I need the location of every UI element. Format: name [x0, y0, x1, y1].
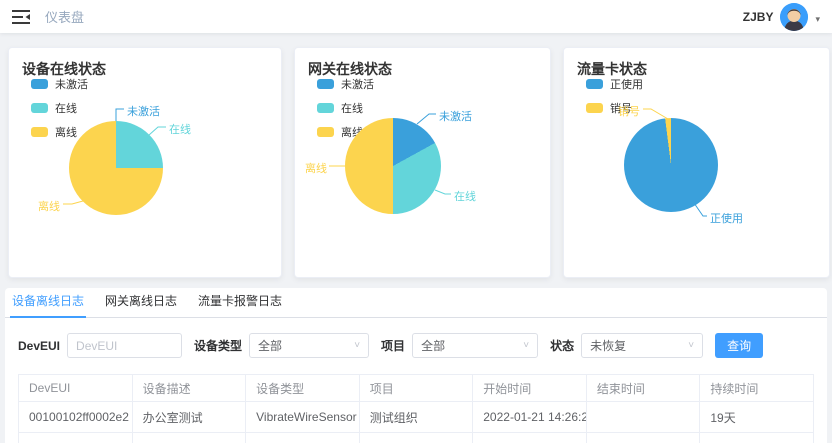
- deveui-label: DevEUI: [18, 339, 60, 353]
- table-row[interactable]: 00100102ff0002e2办公室测试VibrateWireSensor测试…: [19, 402, 814, 433]
- log-table-body: 00100102ff0002e2办公室测试VibrateWireSensor测试…: [19, 402, 814, 443]
- pie-callout-label: 在线: [169, 121, 191, 137]
- legend-item[interactable]: 正使用: [586, 76, 643, 92]
- table-cell: 2022-01-21 14:26:22: [473, 402, 587, 433]
- chart-legend: 未激活 在线 离线: [31, 76, 88, 140]
- device-type-label: 设备类型: [194, 337, 242, 354]
- filter-device-type: 设备类型 全部 ˅: [194, 333, 369, 358]
- legend-item[interactable]: 在线: [317, 100, 374, 116]
- table-cell: 测试组织: [359, 402, 473, 433]
- pie-chart-sim-status[interactable]: [624, 118, 718, 212]
- column-header: 开始时间: [473, 375, 587, 402]
- filter-project: 项目 全部 ˅: [381, 333, 538, 358]
- user-avatar-icon[interactable]: [780, 3, 808, 31]
- app-header: 仪表盘 ZJBY ▾: [0, 0, 832, 33]
- log-table-header-row: DevEUI设备描述设备类型项目开始时间结束时间持续时间: [19, 375, 814, 402]
- pie-callout-label: 离线: [305, 160, 327, 176]
- pie-callout-label: 正使用: [710, 210, 743, 226]
- column-header: DevEUI: [19, 375, 133, 402]
- log-filters: DevEUI 设备类型 全部 ˅ 项目 全部 ˅ 状态 未恢复 ˅ 查询: [5, 318, 827, 374]
- menu-fold-icon[interactable]: [12, 10, 30, 24]
- table-row-partial: [19, 433, 814, 443]
- legend-item[interactable]: 未激活: [31, 76, 88, 92]
- project-label: 项目: [381, 337, 405, 354]
- table-cell: 19天: [700, 402, 814, 433]
- pie-callout-label: 未激活: [439, 108, 472, 124]
- legend-swatch: [31, 103, 48, 113]
- table-cell: 办公室测试: [132, 402, 246, 433]
- legend-swatch: [317, 127, 334, 137]
- legend-swatch: [31, 127, 48, 137]
- status-label: 状态: [550, 337, 574, 354]
- legend-label: 在线: [55, 100, 77, 116]
- log-table: DevEUI设备描述设备类型项目开始时间结束时间持续时间 00100102ff0…: [18, 374, 814, 443]
- chevron-down-icon: ˅: [688, 341, 694, 351]
- project-value: 全部: [421, 337, 445, 354]
- table-cell: 00100102ff0002e2: [19, 402, 133, 433]
- column-header: 设备类型: [246, 375, 360, 402]
- legend-swatch: [586, 103, 603, 113]
- chevron-down-icon: ˅: [354, 341, 360, 351]
- chevron-down-icon: ˅: [523, 341, 529, 351]
- pie-callout-label: 在线: [454, 188, 476, 204]
- table-cell: VibrateWireSensor: [246, 402, 360, 433]
- legend-item[interactable]: 未激活: [317, 76, 374, 92]
- legend-label: 未激活: [341, 76, 374, 92]
- username: ZJBY: [743, 10, 774, 24]
- tab-gateway-offline-log[interactable]: 网关离线日志: [103, 286, 179, 317]
- caret-down-icon[interactable]: ▾: [815, 15, 820, 24]
- column-header: 项目: [359, 375, 473, 402]
- filter-status: 状态 未恢复 ˅: [550, 333, 703, 358]
- status-value: 未恢复: [590, 337, 626, 354]
- device-type-value: 全部: [258, 337, 282, 354]
- tab-device-offline-log[interactable]: 设备离线日志: [10, 286, 86, 317]
- filter-deveui: DevEUI: [18, 333, 182, 358]
- legend-swatch: [586, 79, 603, 89]
- legend-item[interactable]: 在线: [31, 100, 88, 116]
- tab-sim-alarm-log[interactable]: 流量卡报警日志: [196, 286, 284, 317]
- legend-label: 在线: [341, 100, 363, 116]
- table-cell: [586, 402, 700, 433]
- pie-chart-gateway-status[interactable]: [345, 118, 441, 214]
- dashboard-cards: 设备在线状态 未激活 在线 离线 未激活 在线 离线 网关在线状态: [0, 33, 832, 278]
- pie-callout-label: 未激活: [127, 103, 160, 119]
- project-select[interactable]: 全部 ˅: [412, 333, 538, 358]
- user-menu[interactable]: ZJBY ▾: [743, 3, 820, 31]
- status-select[interactable]: 未恢复 ˅: [581, 333, 703, 358]
- device-type-select[interactable]: 全部 ˅: [249, 333, 369, 358]
- log-tabs: 设备离线日志 网关离线日志 流量卡报警日志: [5, 288, 827, 318]
- legend-swatch: [317, 79, 334, 89]
- card-sim-card-status: 流量卡状态 正使用 销号 正使用 销号: [563, 47, 830, 278]
- card-gateway-online-status: 网关在线状态 未激活 在线 离线 未激活 在线 离线: [294, 47, 551, 278]
- column-header: 持续时间: [700, 375, 814, 402]
- legend-label: 离线: [55, 124, 77, 140]
- legend-swatch: [31, 79, 48, 89]
- pie-callout-label: 离线: [38, 198, 60, 214]
- legend-label: 正使用: [610, 76, 643, 92]
- deveui-input[interactable]: [67, 333, 182, 358]
- pie-callout-label: 销号: [618, 103, 640, 119]
- legend-label: 未激活: [55, 76, 88, 92]
- log-panel: 设备离线日志 网关离线日志 流量卡报警日志 DevEUI 设备类型 全部 ˅ 项…: [5, 288, 827, 443]
- pie-chart-device-status[interactable]: [69, 121, 163, 215]
- card-device-online-status: 设备在线状态 未激活 在线 离线 未激活 在线 离线: [8, 47, 282, 278]
- page-title: 仪表盘: [45, 7, 84, 26]
- query-button[interactable]: 查询: [715, 333, 763, 358]
- column-header: 结束时间: [586, 375, 700, 402]
- column-header: 设备描述: [132, 375, 246, 402]
- legend-swatch: [317, 103, 334, 113]
